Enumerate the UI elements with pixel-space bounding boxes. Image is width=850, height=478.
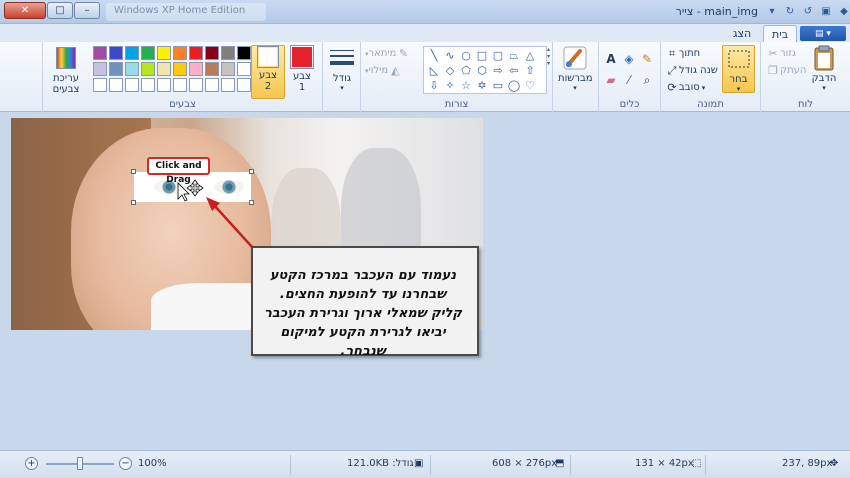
annotation-overlay [177, 179, 263, 259]
move-cursor-icon [186, 179, 204, 197]
status-divider [430, 455, 431, 475]
image-size: 608 × 276px [492, 458, 558, 469]
selection-size-icon: ⬚ [692, 458, 702, 469]
image-size-icon: ⬒ [555, 458, 565, 469]
selection-size: 131 × 42px [635, 458, 694, 469]
arrow-cursor-icon [177, 182, 190, 202]
status-divider [290, 455, 291, 475]
status-divider [705, 455, 706, 475]
file-size: גודל: 121.0KB [347, 458, 414, 469]
disk-icon: ▣ [414, 458, 424, 469]
cursor-position-icon: ✥ [830, 458, 839, 469]
status-divider [570, 455, 571, 475]
status-bar: 237, 89px ✥ 131 × 42px ⬚ 608 × 276px ⬒ ג… [0, 450, 850, 478]
zoom-in-button[interactable]: + [25, 457, 38, 470]
zoom-level: 100% [138, 458, 167, 469]
instruction-callout: נעמוד עם העכבר במרכז הקטע שבחרנו עד להופ… [251, 246, 479, 359]
zoom-out-button[interactable]: − [119, 457, 132, 470]
zoom-slider-thumb[interactable] [77, 457, 83, 470]
cursor-position: 237, 89px [782, 458, 833, 469]
